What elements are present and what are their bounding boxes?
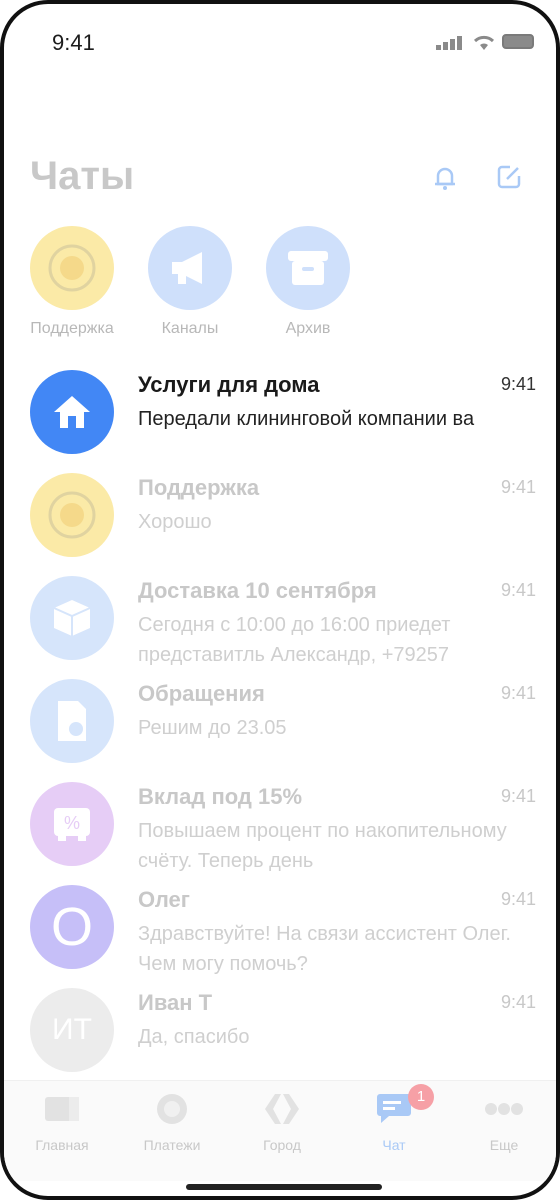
chat-title: Вклад под 15% [138,784,303,809]
chat-time: 9:41 [500,786,536,806]
chat-message: Сегодня с 10:00 до 16:00 приедет предста… [138,614,451,666]
chat-item[interactable]: % Вклад под 15% 9:41 Повышаем процент по… [4,782,556,885]
chat-item[interactable]: Услуги для дома 9:41 Передали клинингово… [4,370,556,473]
tab-city[interactable]: Город [232,1091,332,1153]
chat-title: Услуги для дома [138,372,320,397]
chat-title: Поддержка [138,475,260,500]
percent-safe-icon: % [30,782,114,866]
quick-label: Поддержка [30,320,114,337]
coin-emblem-icon [30,226,114,310]
tab-label: Город [263,1137,301,1153]
tab-label: Главная [35,1137,89,1153]
house-icon [30,370,114,454]
tab-bar: Главная Платежи Город Чат Еще [4,1080,556,1181]
chat-item[interactable]: ИТ Иван Т 9:41 Да, спасибо [4,988,556,1091]
home-indicator[interactable] [186,1184,382,1190]
unread-badge: 1 [408,1084,434,1110]
chat-time: 9:41 [500,889,536,909]
wifi-icon [473,35,495,50]
phone-frame: 9:41 Чаты Поддержка Каналы Архив Услуги … [0,0,560,1200]
quick-label: Архив [285,320,331,337]
avatar: ИТ [30,988,114,1072]
tab-label: Платежи [143,1137,201,1153]
chat-message: Передали клининговой компании ва [138,408,475,430]
chat-item[interactable]: Обращения 9:41 Решим до 23.05 [4,679,556,782]
chat-message: Да, спасибо [138,1026,250,1048]
chat-item[interactable]: O Олег 9:41 Здравствуйте! На связи ассис… [4,885,556,988]
megaphone-icon [148,226,232,310]
battery-icon [502,34,534,49]
tab-label: Чат [382,1137,406,1153]
chat-title: Обращения [138,681,265,706]
more-dots-icon [485,1103,523,1115]
chat-time: 9:41 [500,992,536,1012]
chat-time: 9:41 [500,683,536,703]
chat-title: Иван Т [138,990,213,1015]
signal-icon [436,36,462,50]
tab-payments[interactable]: Платежи [122,1091,222,1153]
archive-box-icon [266,226,350,310]
chat-time: 9:41 [500,477,536,497]
package-icon [30,576,114,660]
quick-channels[interactable]: Каналы [130,226,250,338]
city-diamond-icon [265,1094,299,1124]
chat-title: Олег [138,887,190,912]
compose-icon[interactable] [494,162,524,192]
chat-time: 9:41 [500,374,536,394]
avatar: O [30,885,114,969]
bell-icon[interactable] [430,162,460,192]
page-title: Чаты [30,154,135,198]
card-icon [45,1097,79,1121]
chat-item[interactable]: Поддержка 9:41 Хорошо [4,473,556,576]
svg-text:%: % [64,813,80,833]
status-bar: 9:41 [4,4,556,84]
tab-label: Еще [489,1137,519,1153]
document-clock-icon [30,679,114,763]
chat-time: 9:41 [500,580,536,600]
quick-support[interactable]: Поддержка [12,226,132,338]
chat-message: Решим до 23.05 [138,717,287,739]
quick-archive[interactable]: Архив [248,226,368,338]
status-time: 9:41 [52,30,95,55]
tab-more[interactable]: Еще [454,1091,554,1153]
chat-item[interactable]: Доставка 10 сентября 9:41 Сегодня с 10:0… [4,576,556,679]
payments-circle-icon [157,1094,187,1124]
quick-label: Каналы [161,320,219,337]
chat-message: Повышаем процент по накопительному счёту… [138,820,507,872]
tab-main[interactable]: Главная [12,1091,112,1153]
chat-message: Хорошо [138,511,212,533]
chat-title: Доставка 10 сентября [138,578,377,603]
coin-emblem-icon [30,473,114,557]
chat-message: Здравствуйте! На связи ассистент Олег. Ч… [138,923,511,975]
